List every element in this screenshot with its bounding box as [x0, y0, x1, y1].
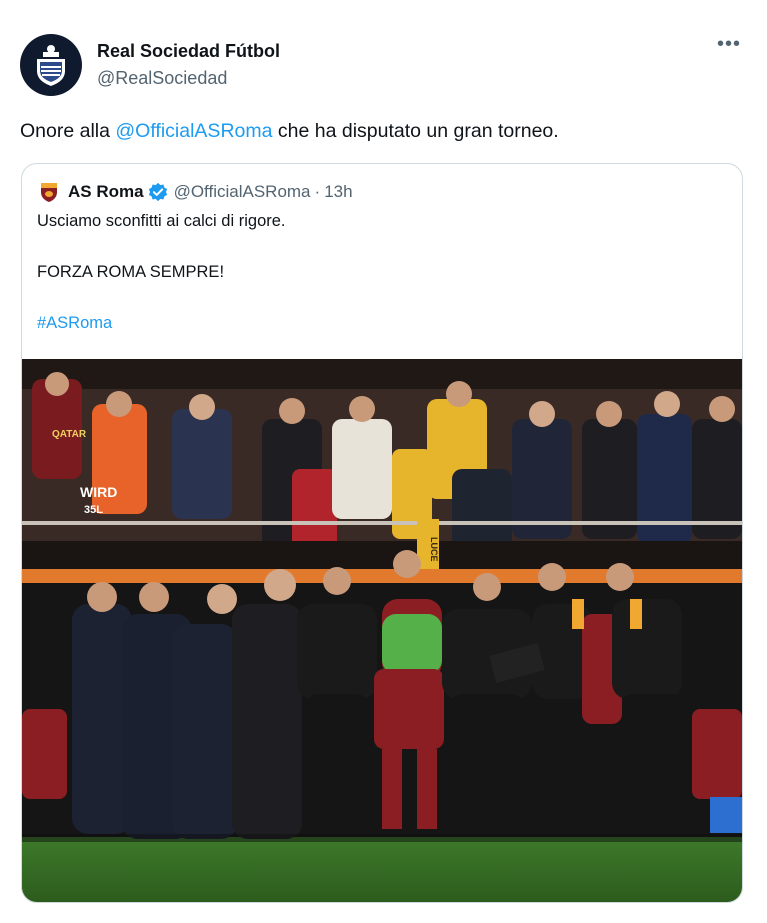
- quoted-display-name[interactable]: AS Roma: [68, 182, 144, 202]
- vest-text-secondary: 35L: [84, 504, 103, 516]
- team-huddle-image: WIRD 35L QATAR LUCE: [22, 359, 742, 902]
- mention-link[interactable]: @OfficialASRoma: [115, 120, 272, 142]
- more-horizontal-icon: •••: [716, 33, 741, 55]
- avatar[interactable]: [20, 34, 82, 96]
- quoted-tweet-header: AS Roma @OfficialASRoma · 13h: [38, 180, 353, 204]
- as-roma-crest-icon[interactable]: [38, 181, 60, 203]
- banner-text: LUCE: [429, 537, 439, 562]
- jersey-text: QATAR: [52, 429, 87, 440]
- tweet-header: Real Sociedad Fútbol @RealSociedad •••: [20, 34, 747, 98]
- tweet-text-suffix: che ha disputato un gran torneo.: [272, 120, 559, 142]
- user-handle[interactable]: @RealSociedad: [97, 66, 280, 90]
- quoted-tweet[interactable]: AS Roma @OfficialASRoma · 13h Usciamo sc…: [21, 163, 743, 903]
- hashtag-link[interactable]: #ASRoma: [37, 312, 286, 335]
- display-name[interactable]: Real Sociedad Fútbol: [97, 40, 280, 62]
- quoted-text-line: Usciamo sconfitti ai calci di rigore.: [37, 212, 286, 230]
- quoted-handle[interactable]: @OfficialASRoma: [174, 182, 311, 202]
- more-options-button[interactable]: •••: [715, 34, 743, 58]
- team-huddle-photo[interactable]: WIRD 35L QATAR LUCE: [22, 359, 742, 902]
- vest-text: WIRD: [80, 484, 117, 500]
- real-sociedad-crest-icon: [37, 45, 65, 86]
- quoted-text-line: FORZA ROMA SEMPRE!: [37, 263, 225, 281]
- tweet-text: Onore alla @OfficialASRoma che ha disput…: [20, 117, 740, 145]
- separator-dot: ·: [314, 182, 321, 201]
- tweet-text-prefix: Onore alla: [20, 120, 116, 142]
- verified-badge-icon: [148, 182, 167, 202]
- quoted-timestamp[interactable]: 13h: [324, 182, 352, 202]
- quoted-text: Usciamo sconfitti ai calci di rigore. FO…: [37, 210, 286, 363]
